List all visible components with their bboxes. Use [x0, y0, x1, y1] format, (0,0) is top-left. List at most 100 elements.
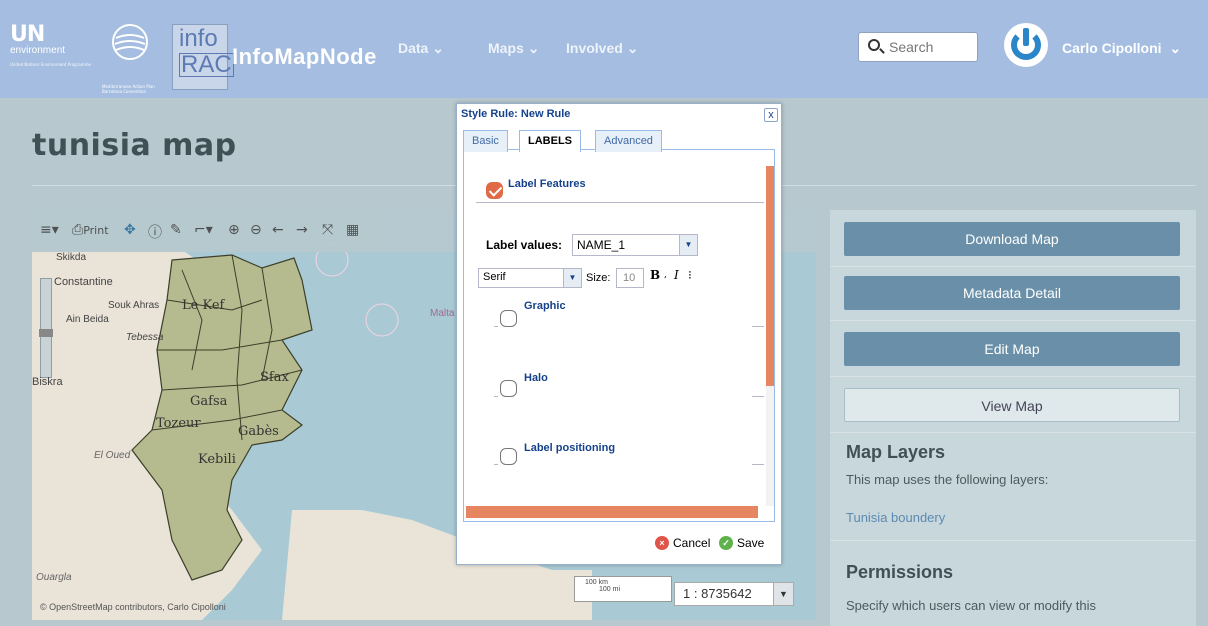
size-label: Size:: [586, 272, 611, 284]
logo-env-text: environment: [10, 45, 66, 56]
fieldset-border: [494, 326, 498, 327]
info-icon[interactable]: ⓘ: [148, 222, 162, 242]
chevron-down-icon: ⌄: [527, 40, 540, 56]
halo-legend: Halo: [524, 372, 548, 384]
chevron-down-icon: ⌄: [1165, 40, 1182, 56]
italic-button[interactable]: I: [674, 268, 679, 282]
search-input[interactable]: Search: [858, 32, 978, 62]
chevron-down-icon[interactable]: ▼: [563, 269, 581, 287]
format-separator: ,: [664, 270, 667, 280]
measure-icon[interactable]: ⌐▾: [194, 222, 213, 238]
fieldset-border: [752, 396, 764, 397]
font-size-field[interactable]: 10: [616, 268, 644, 288]
dialog-footer: × Cancel ✓ Save: [463, 524, 775, 560]
fieldset-border: [494, 464, 498, 465]
user-name: Carlo Cipolloni: [1062, 40, 1162, 56]
map-label: Ouargla: [36, 572, 72, 583]
dialog-tabs: Basic LABELS Advanced: [463, 126, 775, 152]
print-button[interactable]: ⎙Print: [72, 222, 109, 238]
divider: [830, 376, 1196, 377]
halo-checkbox[interactable]: [500, 380, 517, 397]
zoom-out-icon[interactable]: ⊖: [250, 222, 262, 238]
divider: [830, 540, 1196, 541]
graphic-checkbox[interactable]: [500, 310, 517, 327]
zoom-slider[interactable]: [39, 278, 53, 378]
map-label: Constantine: [54, 276, 113, 288]
fieldset-border: [752, 464, 764, 465]
logo-rac-text: RAC: [179, 51, 234, 78]
brush-icon[interactable]: ✎: [170, 222, 182, 238]
map-label: Kebili: [198, 452, 236, 467]
nav-data-label: Data: [398, 40, 429, 56]
scale-select[interactable]: 1 : 8735642 ▼: [674, 582, 794, 606]
nav-involved[interactable]: Involved ⌄: [566, 40, 638, 57]
inforac-logo[interactable]: info RAC: [172, 24, 234, 90]
chevron-down-icon: ⌄: [432, 40, 444, 56]
format-more[interactable]: ⁝: [688, 268, 692, 282]
font-family-select[interactable]: Serif ▼: [478, 268, 582, 288]
forward-icon[interactable]: →: [296, 222, 308, 238]
map-attribution[interactable]: © OpenStreetMap contributors, Carlo Cipo…: [40, 602, 226, 612]
un-environment-logo[interactable]: UN environment United Nations Environmen…: [10, 22, 100, 92]
bold-button[interactable]: B: [650, 268, 660, 282]
scale-ratio: 1 : 8735642: [683, 586, 752, 601]
logo-map-small-text: Mediterranean Action Plan Barcelona Conv…: [102, 84, 155, 94]
fieldset-border: [494, 396, 498, 397]
back-icon[interactable]: ←: [272, 222, 284, 238]
map-label: El Oued: [94, 450, 131, 461]
label-features-legend: Label Features: [508, 178, 586, 190]
edit-map-button[interactable]: Edit Map: [844, 332, 1180, 366]
scale-mi: 100 mi: [599, 586, 621, 593]
view-map-button[interactable]: View Map: [844, 388, 1180, 422]
metadata-detail-button[interactable]: Metadata Detail: [844, 276, 1180, 310]
user-menu[interactable]: Carlo Cipolloni ⌄: [1062, 40, 1181, 57]
nav-maps[interactable]: Maps ⌄: [488, 40, 539, 57]
label-positioning-checkbox[interactable]: [500, 448, 517, 465]
font-family-value: Serif: [483, 271, 506, 283]
map-label: Gabès: [238, 424, 279, 439]
map-attribution-text: © OpenStreetMap contributors, Carlo Cipo…: [40, 602, 226, 612]
fullscreen-icon[interactable]: ⤧: [322, 222, 333, 238]
label-features-checkbox[interactable]: [486, 182, 503, 199]
download-map-button[interactable]: Download Map: [844, 222, 1180, 256]
map-label: Malta: [430, 308, 455, 319]
label-positioning-legend: Label positioning: [524, 442, 616, 454]
tab-basic[interactable]: Basic: [463, 130, 508, 152]
permissions-text: Specify which users can view or modify t…: [846, 598, 1096, 613]
chevron-down-icon[interactable]: ▼: [773, 583, 793, 605]
cancel-button[interactable]: × Cancel: [655, 536, 710, 550]
tab-advanced[interactable]: Advanced: [595, 130, 662, 152]
page-title: tunisia map: [32, 128, 237, 163]
search-placeholder: Search: [889, 39, 934, 55]
menu-icon[interactable]: ≡▾: [40, 222, 59, 238]
divider: [830, 320, 1196, 321]
map-layers-text: This map uses the following layers:: [846, 472, 1049, 487]
top-navbar: UN environment United Nations Environmen…: [0, 0, 1208, 98]
dialog-title: Style Rule: New Rule: [461, 108, 571, 120]
brand-name[interactable]: InfoMapNode: [232, 44, 377, 70]
map-logo[interactable]: Mediterranean Action Plan Barcelona Conv…: [102, 22, 162, 94]
graphic-legend: Graphic: [524, 300, 566, 312]
scrollbar-thumb[interactable]: [766, 166, 774, 386]
tab-labels[interactable]: LABELS: [519, 130, 581, 152]
fieldset-border: [752, 326, 764, 327]
avatar[interactable]: [1004, 23, 1048, 67]
search-icon: [868, 39, 880, 51]
nav-data[interactable]: Data ⌄: [398, 40, 444, 57]
print-label: Print: [83, 224, 109, 237]
save-button[interactable]: ✓ Save: [719, 536, 764, 550]
globe-icon: [112, 24, 148, 60]
calendar-icon[interactable]: ▦: [346, 222, 359, 238]
cancel-icon: ×: [655, 536, 669, 550]
map-label: Sfax: [260, 370, 289, 385]
zoom-slider-knob[interactable]: [39, 329, 53, 337]
check-icon: ✓: [719, 536, 733, 550]
pan-icon[interactable]: ✥: [124, 222, 136, 238]
close-icon[interactable]: x: [764, 108, 778, 122]
horizontal-scrollbar[interactable]: [466, 506, 758, 518]
layer-link[interactable]: Tunisia boundery: [846, 510, 945, 525]
zoom-in-icon[interactable]: ⊕: [228, 222, 240, 238]
dialog-body: Label Features Label values: NAME_1 ▼ Se…: [463, 150, 775, 522]
chevron-down-icon[interactable]: ▼: [679, 235, 697, 255]
label-values-select[interactable]: NAME_1 ▼: [572, 234, 698, 256]
